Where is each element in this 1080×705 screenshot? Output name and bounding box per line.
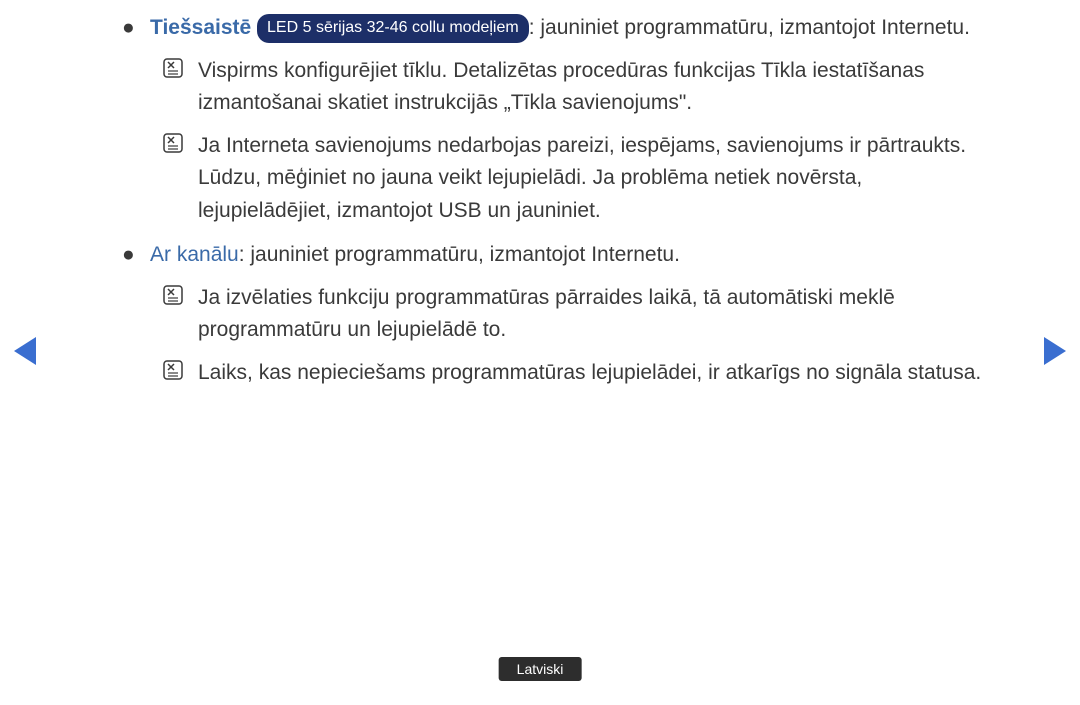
item-label: Ar kanālu [150,243,239,266]
note-icon [162,132,184,154]
note-icon [162,359,184,381]
list-item-channel: ● Ar kanālu: jauniniet programmatūru, iz… [150,239,990,389]
note-text: Ja izvēlaties funkciju programmatūras pā… [198,286,895,342]
list-item-online: ● Tiešsaistē LED 5 sērijas 32-46 collu m… [150,12,990,227]
language-badge: Latviski [499,657,582,681]
item-text: : jauniniet programmatūru, izmantojot In… [529,16,970,39]
model-badge: LED 5 sērijas 32-46 collu modeļiem [257,14,529,43]
item-label: Tiešsaistē [150,16,251,39]
note-icon [162,284,184,306]
bullet-icon: ● [122,239,135,272]
note-item: Ja Interneta savienojums nedarbojas pare… [198,130,990,228]
bullet-icon: ● [122,12,135,45]
previous-page-button[interactable] [14,337,36,365]
note-text: Laiks, kas nepieciešams programmatūras l… [198,361,981,384]
note-item: Ja izvēlaties funkciju programmatūras pā… [198,282,990,347]
item-text: : jauniniet programmatūru, izmantojot In… [239,243,680,266]
document-content: ● Tiešsaistē LED 5 sērijas 32-46 collu m… [0,0,1080,389]
note-text: Vispirms konfigurējiet tīklu. Detalizēta… [198,59,924,115]
note-text: Ja Interneta savienojums nedarbojas pare… [198,134,966,222]
next-page-button[interactable] [1044,337,1066,365]
note-icon [162,57,184,79]
note-item: Laiks, kas nepieciešams programmatūras l… [198,357,990,390]
note-item: Vispirms konfigurējiet tīklu. Detalizēta… [198,55,990,120]
